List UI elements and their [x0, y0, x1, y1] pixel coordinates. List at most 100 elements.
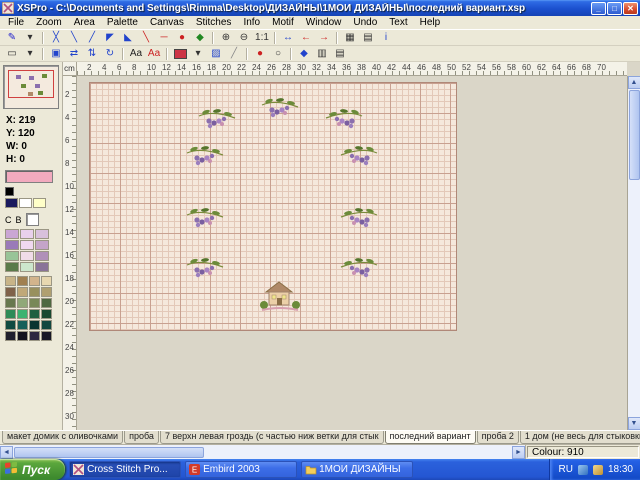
menu-file[interactable]: File: [2, 17, 30, 28]
palette-colour-chip[interactable]: [20, 262, 34, 272]
palette-colour-chip[interactable]: [17, 276, 28, 286]
tray-update-icon[interactable]: [593, 465, 603, 475]
scroll-up-button[interactable]: ▲: [628, 76, 640, 89]
design-tab[interactable]: проба: [124, 431, 159, 444]
quarter-stitch-tool[interactable]: ◤: [101, 31, 119, 45]
olive-branch-motif[interactable]: [185, 144, 225, 171]
olive-branch-motif[interactable]: [185, 206, 225, 233]
horizontal-scroll-thumb[interactable]: [14, 447, 204, 458]
design-viewport[interactable]: [77, 76, 627, 430]
design-tab[interactable]: 7 верхн левая гроздь (с частью ниж ветки…: [160, 431, 384, 444]
menu-window[interactable]: Window: [300, 17, 348, 28]
palette-colour-chip[interactable]: [5, 251, 19, 261]
olive-branch-motif[interactable]: [197, 107, 237, 134]
grid-toggle[interactable]: ▦: [341, 31, 359, 45]
half-stitch-fore-tool[interactable]: ╱: [83, 31, 101, 45]
palette-colour-chip[interactable]: [5, 229, 19, 239]
export-button[interactable]: ▥: [313, 47, 331, 61]
copy-motif-tool[interactable]: ▣: [47, 47, 65, 61]
thread-dropdown[interactable]: ▾: [189, 47, 207, 61]
olive-branch-motif[interactable]: [339, 206, 379, 233]
pencil-tool[interactable]: ✎: [3, 31, 21, 45]
palette-colour-chip[interactable]: [41, 287, 52, 297]
olive-branch-motif[interactable]: [260, 96, 300, 123]
three-quarter-stitch-tool[interactable]: ◣: [119, 31, 137, 45]
menu-info[interactable]: Info: [237, 17, 266, 28]
menu-text[interactable]: Text: [383, 17, 413, 28]
palette-colour-chip[interactable]: [5, 276, 16, 286]
palette-colour-chip[interactable]: [29, 298, 40, 308]
eyedropper-tool[interactable]: ╱: [225, 47, 243, 61]
pencil-dropdown[interactable]: ▾: [21, 31, 39, 45]
palette-colour-chip[interactable]: [5, 287, 16, 297]
scroll-down-button[interactable]: ▼: [628, 417, 640, 430]
palette-colour-chip[interactable]: [17, 320, 28, 330]
stitch-grid[interactable]: [89, 82, 457, 331]
palette-colour-chip[interactable]: [33, 198, 46, 208]
taskbar-task-button[interactable]: 1МОИ ДИЗАЙНЫ: [301, 461, 413, 478]
redo-arrow[interactable]: →: [315, 31, 333, 45]
ink-colour-chip[interactable]: [5, 187, 14, 196]
undo-arrow[interactable]: ←: [297, 31, 315, 45]
motif-library-button[interactable]: ◆: [295, 47, 313, 61]
pan-tool[interactable]: ↔: [279, 31, 297, 45]
palette-colour-chip[interactable]: [19, 198, 32, 208]
scroll-left-button[interactable]: ◄: [0, 446, 13, 459]
taskbar-task-button[interactable]: Cross Stitch Pro...: [69, 461, 181, 478]
text-red-tool[interactable]: Аа: [145, 47, 163, 61]
palette-colour-chip[interactable]: [5, 309, 16, 319]
palette-colour-chip[interactable]: [29, 309, 40, 319]
taskbar-task-button[interactable]: EEmbird 2003: [185, 461, 297, 478]
full-stitch-tool[interactable]: ╳: [47, 31, 65, 45]
design-tab[interactable]: проба 2: [477, 431, 519, 444]
menu-stitches[interactable]: Stitches: [190, 17, 238, 28]
palette-blend-box[interactable]: [26, 213, 39, 226]
print-button[interactable]: ▤: [331, 47, 349, 61]
info-button[interactable]: i: [377, 31, 395, 45]
zoom-actual-tool[interactable]: 1:1: [253, 31, 271, 45]
half-stitch-back-tool[interactable]: ╲: [65, 31, 83, 45]
menu-canvas[interactable]: Canvas: [144, 17, 190, 28]
palette-colour-chip[interactable]: [29, 331, 40, 341]
chart-view-toggle[interactable]: ▤: [359, 31, 377, 45]
palette-colour-chip[interactable]: [29, 320, 40, 330]
menu-motif[interactable]: Motif: [266, 17, 300, 28]
palette-colour-chip[interactable]: [41, 309, 52, 319]
palette-colour-chip[interactable]: [17, 287, 28, 297]
palette-colour-chip[interactable]: [20, 251, 34, 261]
current-thread-swatch[interactable]: [171, 47, 189, 61]
olive-branch-motif[interactable]: [185, 256, 225, 283]
palette-colour-chip[interactable]: [41, 331, 52, 341]
menu-area[interactable]: Area: [68, 17, 101, 28]
palette-colour-chip[interactable]: [5, 320, 16, 330]
zoom-out-tool[interactable]: ⊖: [235, 31, 253, 45]
fill-tool[interactable]: ▨: [207, 47, 225, 61]
olive-branch-motif[interactable]: [339, 256, 379, 283]
palette-colour-chip[interactable]: [5, 198, 18, 208]
rotate-tool[interactable]: ↻: [101, 47, 119, 61]
palette-colour-chip[interactable]: [29, 276, 40, 286]
palette-colour-chip[interactable]: [35, 240, 49, 250]
palette-colour-chip[interactable]: [17, 309, 28, 319]
house-motif[interactable]: [258, 279, 302, 316]
language-indicator[interactable]: RU: [559, 464, 573, 475]
zoom-in-tool[interactable]: ⊕: [217, 31, 235, 45]
flip-horizontal-tool[interactable]: ⇄: [65, 47, 83, 61]
scroll-right-button[interactable]: ►: [512, 446, 525, 459]
vertical-scrollbar[interactable]: ▲ ▼: [627, 76, 640, 430]
palette-colour-chip[interactable]: [5, 298, 16, 308]
palette-colour-chip[interactable]: [5, 262, 19, 272]
design-tab[interactable]: последний вариант: [385, 431, 476, 444]
palette-colour-chip[interactable]: [17, 331, 28, 341]
bead-tool[interactable]: ◆: [191, 31, 209, 45]
palette-colour-chip[interactable]: [20, 240, 34, 250]
close-button[interactable]: ✕: [623, 2, 638, 15]
palette-colour-chip[interactable]: [41, 276, 52, 286]
design-tab[interactable]: 1 дом (не весь для стыковки): [520, 431, 640, 444]
palette-colour-chip[interactable]: [41, 298, 52, 308]
palette-colour-chip[interactable]: [5, 240, 19, 250]
select-dropdown[interactable]: ▾: [21, 47, 39, 61]
text-tool[interactable]: Aa: [127, 47, 145, 61]
palette-colour-chip[interactable]: [5, 331, 16, 341]
palette-colour-chip[interactable]: [20, 229, 34, 239]
